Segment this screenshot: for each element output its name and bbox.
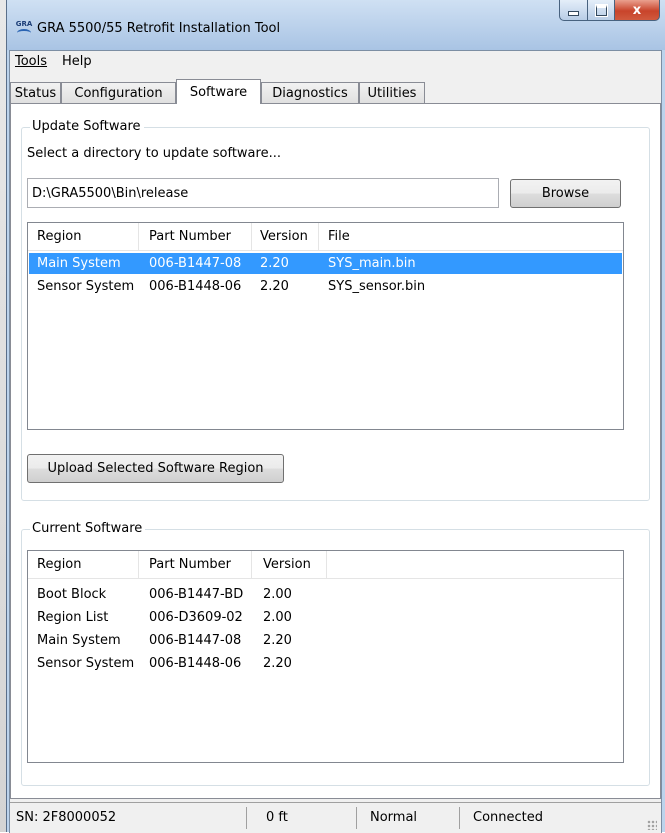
column-separator[interactable] xyxy=(251,223,252,250)
column-separator[interactable] xyxy=(138,551,139,578)
caption-buttons: x xyxy=(559,0,660,22)
row-version: 2.20 xyxy=(260,279,289,294)
row-part-number: 006-B1447-08 xyxy=(149,256,242,271)
current-row-boot-block[interactable]: Boot Block 006-B1447-BD 2.00 xyxy=(29,584,622,605)
menu-help[interactable]: Help xyxy=(62,54,92,69)
menu-bar: Tools Help xyxy=(10,51,661,73)
current-software-group: Current Software Region Part Number Vers… xyxy=(21,521,650,786)
current-row-sensor-system[interactable]: Sensor System 006-B1448-06 2.20 xyxy=(29,653,622,674)
status-mode: Normal xyxy=(370,810,418,825)
title-bar[interactable]: GRA GRA 5500/55 Retrofit Installation To… xyxy=(7,0,665,50)
tab-status[interactable]: Status xyxy=(10,82,61,103)
column-separator[interactable] xyxy=(318,223,319,250)
status-divider xyxy=(356,807,357,829)
row-region: Main System xyxy=(37,256,121,271)
directory-prompt: Select a directory to update software... xyxy=(27,146,281,161)
status-divider xyxy=(459,807,460,829)
update-col-version[interactable]: Version xyxy=(260,229,308,244)
close-button[interactable]: x xyxy=(615,0,660,21)
row-region: Sensor System xyxy=(37,279,135,294)
row-part-number: 006-B1447-08 xyxy=(149,633,242,648)
current-row-region-list[interactable]: Region List 006-D3609-02 2.00 xyxy=(29,607,622,628)
tab-diagnostics[interactable]: Diagnostics xyxy=(261,82,359,103)
status-bar: SN: 2F8000052 0 ft Normal Connected xyxy=(10,802,661,833)
row-file: SYS_sensor.bin xyxy=(328,279,426,294)
row-region: Boot Block xyxy=(37,587,107,602)
status-connection: Connected xyxy=(473,810,544,825)
current-software-title: Current Software xyxy=(30,521,146,536)
current-software-list[interactable]: Region Part Number Version Boot Block 00… xyxy=(27,550,624,763)
window-title: GRA 5500/55 Retrofit Installation Tool xyxy=(37,21,281,36)
tab-software[interactable]: Software xyxy=(176,79,261,104)
app-window: GRA GRA 5500/55 Retrofit Installation To… xyxy=(6,0,665,833)
tab-configuration-label: Configuration xyxy=(74,85,163,101)
status-depth: 0 ft xyxy=(266,810,288,825)
update-row-main-system[interactable]: Main System 006-B1447-08 2.20 SYS_main.b… xyxy=(29,253,622,274)
column-separator[interactable] xyxy=(326,551,327,578)
client-area: Tools Help Status Configuration Software… xyxy=(9,50,662,833)
update-software-title: Update Software xyxy=(30,119,144,134)
column-separator[interactable] xyxy=(138,223,139,250)
update-col-file[interactable]: File xyxy=(328,229,350,244)
maximize-button[interactable] xyxy=(588,0,615,21)
upload-selected-region-button[interactable]: Upload Selected Software Region xyxy=(27,454,284,483)
row-version: 2.20 xyxy=(263,633,292,648)
tab-software-label: Software xyxy=(189,84,248,100)
minimize-button[interactable] xyxy=(559,0,588,21)
row-region: Sensor System xyxy=(37,656,135,671)
row-part-number: 006-B1447-BD xyxy=(149,587,244,602)
row-version: 2.00 xyxy=(263,610,292,625)
menu-help-label: Help xyxy=(62,54,92,69)
tab-utilities-label: Utilities xyxy=(367,85,417,101)
current-row-main-system[interactable]: Main System 006-B1447-08 2.20 xyxy=(29,630,622,651)
current-list-header: Region Part Number Version xyxy=(28,551,623,579)
update-software-list[interactable]: Region Part Number Version File Main Sys… xyxy=(27,222,624,430)
row-part-number: 006-B1448-06 xyxy=(149,656,242,671)
update-list-header: Region Part Number Version File xyxy=(28,223,623,251)
current-col-version[interactable]: Version xyxy=(263,557,311,572)
menu-tools[interactable]: Tools xyxy=(15,54,47,69)
tab-configuration[interactable]: Configuration xyxy=(61,82,176,103)
current-col-part-number[interactable]: Part Number xyxy=(149,557,231,572)
tab-diagnostics-label: Diagnostics xyxy=(272,85,348,101)
app-logo-icon: GRA xyxy=(15,20,33,38)
software-tab-page: Update Software Select a directory to up… xyxy=(10,103,661,799)
row-region: Region List xyxy=(37,610,109,625)
update-col-part-number[interactable]: Part Number xyxy=(149,229,231,244)
menu-tools-label: Tools xyxy=(15,54,48,69)
row-version: 2.20 xyxy=(263,656,292,671)
tab-utilities[interactable]: Utilities xyxy=(359,82,425,103)
directory-path-input[interactable] xyxy=(27,178,499,208)
row-part-number: 006-D3609-02 xyxy=(149,610,243,625)
update-software-group: Update Software Select a directory to up… xyxy=(21,119,650,501)
row-part-number: 006-B1448-06 xyxy=(149,279,242,294)
close-icon: x xyxy=(632,2,642,18)
update-col-region[interactable]: Region xyxy=(37,229,82,244)
maximize-icon xyxy=(594,3,608,17)
row-region: Main System xyxy=(37,633,121,648)
browse-button[interactable]: Browse xyxy=(510,179,621,208)
app-logo-text: GRA xyxy=(15,20,33,28)
row-version: 2.20 xyxy=(260,256,289,271)
current-col-region[interactable]: Region xyxy=(37,557,82,572)
minimize-icon xyxy=(568,11,579,16)
resize-grip-icon[interactable] xyxy=(647,820,657,830)
status-serial-number: SN: 2F8000052 xyxy=(16,810,117,825)
tab-status-label: Status xyxy=(14,85,57,101)
row-file: SYS_main.bin xyxy=(328,256,416,271)
column-separator[interactable] xyxy=(251,551,252,578)
row-version: 2.00 xyxy=(263,587,292,602)
status-divider xyxy=(246,807,247,829)
update-row-sensor-system[interactable]: Sensor System 006-B1448-06 2.20 SYS_sens… xyxy=(29,276,622,297)
app-logo-wave xyxy=(17,29,31,37)
